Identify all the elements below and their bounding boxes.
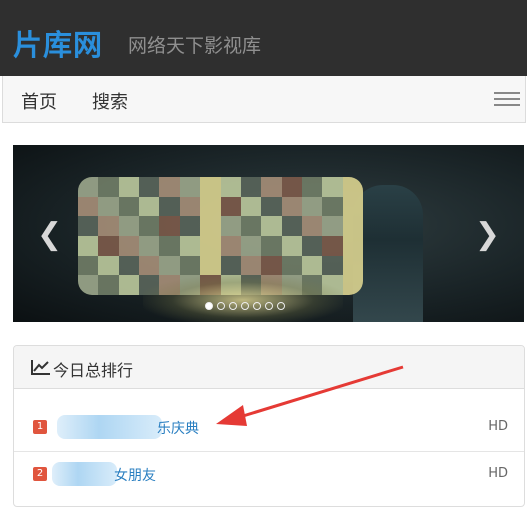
carousel-dot[interactable] bbox=[229, 302, 237, 310]
chevron-left-icon[interactable]: ❮ bbox=[37, 217, 62, 252]
ranking-row[interactable]: 1 乐庆典 HD bbox=[14, 405, 524, 451]
site-logo[interactable]: 片库网 bbox=[13, 22, 103, 64]
daily-ranking-panel: 今日总排行 1 乐庆典 HD 2 女朋友 HD bbox=[13, 345, 525, 507]
carousel-dot[interactable] bbox=[241, 302, 249, 310]
carousel-dot[interactable] bbox=[253, 302, 261, 310]
blurred-title-mask bbox=[57, 415, 162, 439]
quality-label: HD bbox=[488, 419, 508, 434]
banner-carousel[interactable]: ❮ ❯ bbox=[13, 145, 524, 322]
site-tagline: 网络天下影视库 bbox=[128, 35, 262, 57]
main-navbar: 首页 搜索 bbox=[2, 76, 526, 123]
carousel-dot[interactable] bbox=[265, 302, 273, 310]
carousel-dot[interactable] bbox=[205, 302, 213, 310]
chevron-right-icon[interactable]: ❯ bbox=[475, 217, 500, 252]
nav-home-link[interactable]: 首页 bbox=[21, 88, 57, 114]
line-chart-icon bbox=[31, 360, 50, 375]
quality-label: HD bbox=[488, 466, 508, 481]
site-header: 片库网 网络天下影视库 bbox=[0, 0, 527, 76]
panel-title: 今日总排行 bbox=[53, 361, 134, 380]
blurred-title-mask bbox=[52, 462, 117, 486]
ranking-row[interactable]: 2 女朋友 HD bbox=[14, 451, 524, 498]
movie-title-link[interactable]: 乐庆典 bbox=[157, 418, 199, 438]
movie-title-link[interactable]: 女朋友 bbox=[114, 465, 156, 485]
carousel-dot[interactable] bbox=[277, 302, 285, 310]
nav-search-link[interactable]: 搜索 bbox=[92, 88, 128, 114]
rank-badge: 1 bbox=[33, 420, 47, 434]
banner-figure bbox=[353, 185, 423, 322]
hamburger-icon[interactable] bbox=[494, 90, 520, 108]
carousel-dot[interactable] bbox=[217, 302, 225, 310]
banner-glow bbox=[143, 275, 343, 322]
carousel-indicators bbox=[205, 302, 285, 310]
rank-badge: 2 bbox=[33, 467, 47, 481]
panel-header: 今日总排行 bbox=[14, 346, 524, 389]
